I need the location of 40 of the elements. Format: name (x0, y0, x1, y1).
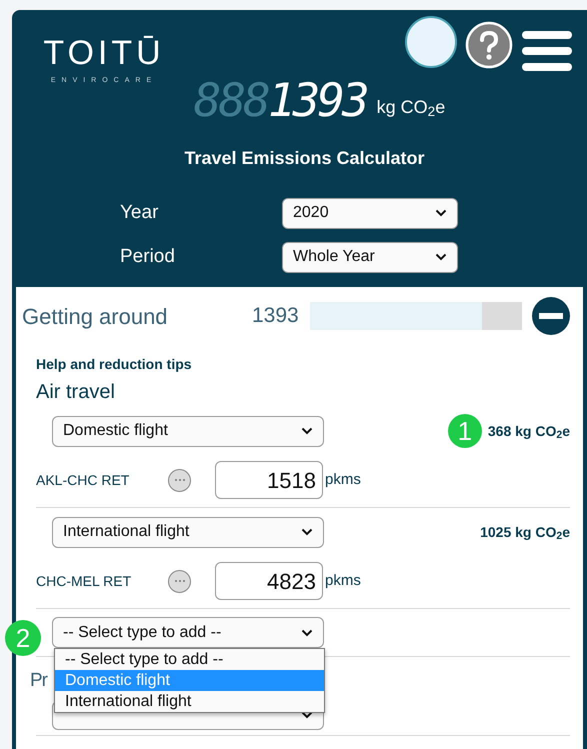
calculator-title: Travel Emissions Calculator (183, 146, 426, 170)
chevron-icon (301, 528, 313, 536)
more-icon[interactable] (168, 570, 191, 592)
help-link[interactable]: Help and reduction tips (36, 354, 570, 375)
help-icon[interactable] (465, 21, 513, 69)
section-title: Getting around (22, 302, 169, 331)
distance-unit: pkms (325, 570, 361, 591)
chevron-icon (301, 628, 313, 636)
entry-emissions: 368 kg CO$_{2}$e (488, 422, 570, 442)
subsection-heading: Pr (30, 669, 47, 693)
type-select[interactable]: International flight (52, 516, 324, 548)
distance-input[interactable]: 4823 (215, 562, 323, 600)
dropdown-option[interactable]: International flight (55, 691, 324, 712)
select-field[interactable]: 2020 (282, 198, 458, 228)
avatar-icon[interactable] (405, 16, 457, 68)
entry-emissions: 1025 kg CO$_{2}$e (480, 522, 570, 542)
menu-icon[interactable] (521, 30, 573, 72)
section-total: 1393 (252, 303, 300, 330)
callout-badge: 1 (448, 414, 482, 448)
subsection-heading: Air travel (36, 380, 116, 405)
chevron-icon (435, 209, 447, 217)
logo: TOITŪ (43, 36, 165, 70)
field-label: Period (119, 244, 176, 269)
dropdown-option[interactable]: -- Select type to add -- (55, 649, 324, 670)
route-label: CHC-MEL RET (36, 572, 132, 590)
type-select[interactable]: Domestic flight (52, 416, 324, 446)
chevron-icon (301, 711, 313, 719)
field-label: Year (119, 200, 160, 225)
more-icon[interactable] (168, 468, 191, 492)
route-label: AKL-CHC RET (36, 470, 130, 490)
distance-input[interactable]: 1518 (215, 461, 323, 499)
total-digits: 1393 (268, 76, 367, 122)
chevron-icon (435, 253, 447, 261)
collapse-icon[interactable] (532, 297, 570, 335)
distance-unit: pkms (325, 470, 361, 490)
select-field[interactable]: Whole Year (282, 242, 458, 272)
chevron-icon (301, 427, 313, 435)
unlit-digits: 888 (194, 76, 268, 122)
total-unit: kg CO$_{2}$e (376, 96, 446, 120)
add-type-select[interactable]: -- Select type to add -- (52, 617, 324, 648)
